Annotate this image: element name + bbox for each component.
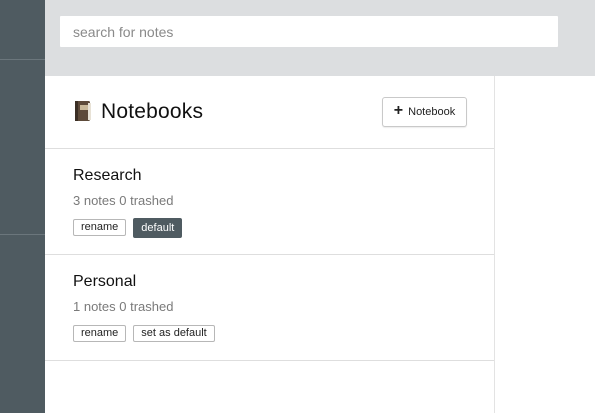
notebooks-panel: Notebooks + Notebook Research 3 notes 0 … [45,76,495,413]
panel-header: Notebooks + Notebook [45,76,494,149]
notebook-stats: 3 notes 0 trashed [73,193,174,208]
notebook-icon [75,101,91,121]
set-default-button[interactable]: set as default [133,325,215,342]
notebook-item[interactable]: Personal 1 notes 0 trashed rename set as… [45,255,494,361]
notebook-name[interactable]: Research [73,167,141,185]
default-badge: default [133,218,183,238]
notebook-actions: rename set as default [73,325,215,342]
rail-divider [0,59,45,60]
rename-button[interactable]: rename [73,325,127,342]
rail-divider [0,234,45,235]
add-notebook-button[interactable]: + Notebook [382,97,467,127]
notebook-item[interactable]: Research 3 notes 0 trashed rename defaul… [45,149,494,255]
search-bar [45,0,595,76]
search-input[interactable] [60,16,558,47]
notebook-name[interactable]: Personal [73,273,136,291]
add-notebook-label: Notebook [408,106,456,118]
notebook-stats: 1 notes 0 trashed [73,299,174,314]
app-window: Notebooks + Notebook Research 3 notes 0 … [0,0,595,413]
notebook-actions: rename default [73,218,183,238]
rename-button[interactable]: rename [73,219,127,236]
page-title: Notebooks [101,100,204,123]
left-rail [0,0,45,413]
plus-icon: + [393,102,404,119]
